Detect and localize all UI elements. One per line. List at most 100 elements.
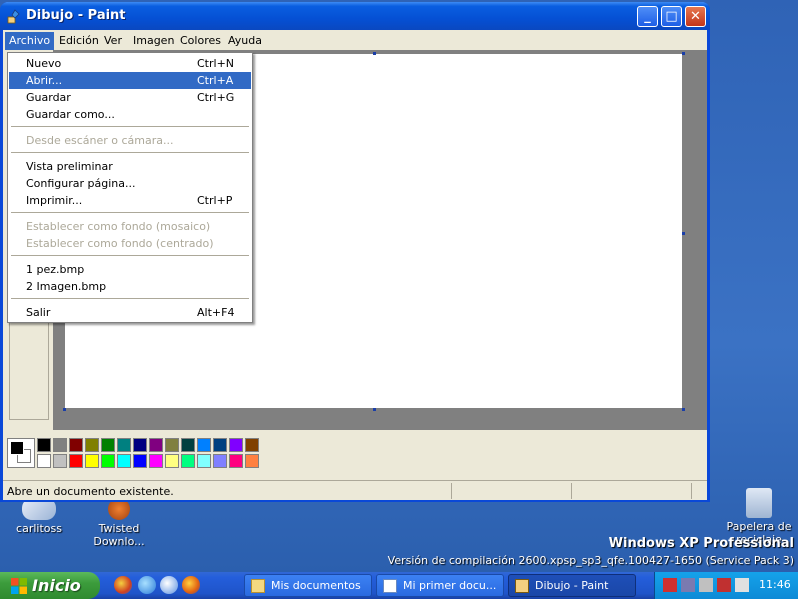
status-divider [691,483,692,499]
taskbar-button-dibujo-paint[interactable]: Dibujo - Paint [508,574,636,597]
archivo-dropdown-menu: Nuevo Ctrl+N Abrir... Ctrl+A Guardar Ctr… [7,52,253,323]
window-title: Dibujo - Paint [26,8,126,23]
color-swatch[interactable] [37,454,51,468]
color-swatch[interactable] [165,438,179,452]
status-text: Abre un documento existente. [7,485,174,498]
tray-security-icon[interactable] [681,578,695,592]
current-colors[interactable] [7,438,35,468]
color-swatch[interactable] [229,454,243,468]
menu-item-recent-1[interactable]: 1 pez.bmp [9,261,251,278]
menu-divider [11,212,249,213]
menu-item-fondo-mosaico: Establecer como fondo (mosaico) [9,218,251,235]
menu-item-label: Imprimir... [26,194,83,207]
menu-item-guardar-como[interactable]: Guardar como... [9,106,251,123]
menu-item-label: Establecer como fondo (mosaico) [26,220,211,233]
color-swatch[interactable] [229,438,243,452]
color-swatch[interactable] [245,438,259,452]
menu-item-label: Desde escáner o cámara... [26,134,174,147]
color-swatch[interactable] [53,454,67,468]
resize-handle-top[interactable] [373,52,376,55]
menu-bar: Archivo Edición Ver Imagen Colores Ayuda [3,30,707,50]
color-swatch[interactable] [85,454,99,468]
folder-icon [251,579,265,593]
quick-launch-ie-icon[interactable] [138,576,156,594]
color-swatch[interactable] [133,454,147,468]
taskbar-button-label: Dibujo - Paint [535,579,609,592]
color-swatch[interactable] [117,454,131,468]
tool-options[interactable] [9,320,49,420]
menu-ver[interactable]: Ver [100,32,126,50]
color-swatch[interactable] [213,438,227,452]
color-swatch[interactable] [181,438,195,452]
menu-item-abrir[interactable]: Abrir... Ctrl+A [9,72,251,89]
quick-launch-desktop-icon[interactable] [160,576,178,594]
taskbar-button-mis-documentos[interactable]: Mis documentos [244,574,372,597]
menu-archivo[interactable]: Archivo [5,32,55,50]
desktop-icon-twisted[interactable]: Twisted Downlo... [84,498,154,548]
color-swatch[interactable] [69,454,83,468]
color-swatch[interactable] [85,438,99,452]
minimize-button[interactable]: _ [637,6,658,27]
color-swatch[interactable] [133,438,147,452]
tray-network-icon[interactable] [663,578,677,592]
tray-antivirus-icon[interactable] [717,578,731,592]
start-button[interactable]: Inicio [0,572,100,599]
desktop-icon-carlitoss[interactable]: carlitoss [4,498,74,535]
maximize-icon: □ [665,9,678,24]
resize-handle-right[interactable] [682,232,685,235]
color-swatch[interactable] [101,438,115,452]
color-swatch[interactable] [197,454,211,468]
status-bar: Abre un documento existente. [3,480,707,500]
menu-item-salir[interactable]: Salir Alt+F4 [9,304,251,321]
color-swatch[interactable] [197,438,211,452]
resize-handle-top-right[interactable] [682,52,685,55]
menu-ayuda[interactable]: Ayuda [224,32,266,50]
system-tray: 11:46 [654,572,798,599]
color-swatch[interactable] [37,438,51,452]
menu-imagen[interactable]: Imagen [129,32,178,50]
resize-handle-bottom-left[interactable] [63,408,66,411]
menu-item-label: Guardar como... [26,108,115,121]
quick-launch-firefox-icon[interactable] [182,576,200,594]
tray-audio-icon[interactable] [699,578,713,592]
menu-edicion[interactable]: Edición [55,32,103,50]
taskbar-button-label: Mi primer docu... [403,579,497,592]
tray-update-icon[interactable] [735,578,749,592]
menu-colores[interactable]: Colores [176,32,225,50]
menu-item-imprimir[interactable]: Imprimir... Ctrl+P [9,192,251,209]
menu-item-label: Abrir... [26,74,63,87]
menu-item-shortcut: Ctrl+N [197,57,235,70]
menu-item-recent-2[interactable]: 2 Imagen.bmp [9,278,251,295]
color-swatch[interactable] [181,454,195,468]
menu-item-guardar[interactable]: Guardar Ctrl+G [9,89,251,106]
resize-handle-bottom[interactable] [373,408,376,411]
color-swatch[interactable] [245,454,259,468]
menu-item-configurar-pagina[interactable]: Configurar página... [9,175,251,192]
quick-launch-browser-icon[interactable] [114,576,132,594]
clock[interactable]: 11:46 [759,578,791,591]
color-swatch[interactable] [53,438,67,452]
menu-item-label: Guardar [26,91,71,104]
color-swatch[interactable] [117,438,131,452]
color-swatch[interactable] [213,454,227,468]
menu-divider [11,298,249,299]
desktop-icon-label: Twisted Downlo... [93,522,145,548]
color-swatch[interactable] [101,454,115,468]
color-swatch[interactable] [165,454,179,468]
color-swatch[interactable] [69,438,83,452]
close-button[interactable]: ✕ [685,6,706,27]
resize-handle-bottom-right[interactable] [682,408,685,411]
color-swatch[interactable] [149,438,163,452]
color-swatch[interactable] [149,454,163,468]
menu-item-vista-preliminar[interactable]: Vista preliminar [9,158,251,175]
maximize-button[interactable]: □ [661,6,682,27]
menu-item-shortcut: Ctrl+P [197,194,233,207]
menu-item-nuevo[interactable]: Nuevo Ctrl+N [9,55,251,72]
menu-item-shortcut: Ctrl+G [197,91,235,104]
minimize-icon: _ [644,9,651,24]
menu-item-label: Nuevo [26,57,62,70]
taskbar-button-mi-primer-documento[interactable]: Mi primer docu... [376,574,504,597]
title-bar[interactable]: Dibujo - Paint _ □ ✕ [0,2,710,30]
paint-window: Dibujo - Paint _ □ ✕ Archivo Edición Ver… [0,2,710,502]
close-icon: ✕ [690,9,701,24]
